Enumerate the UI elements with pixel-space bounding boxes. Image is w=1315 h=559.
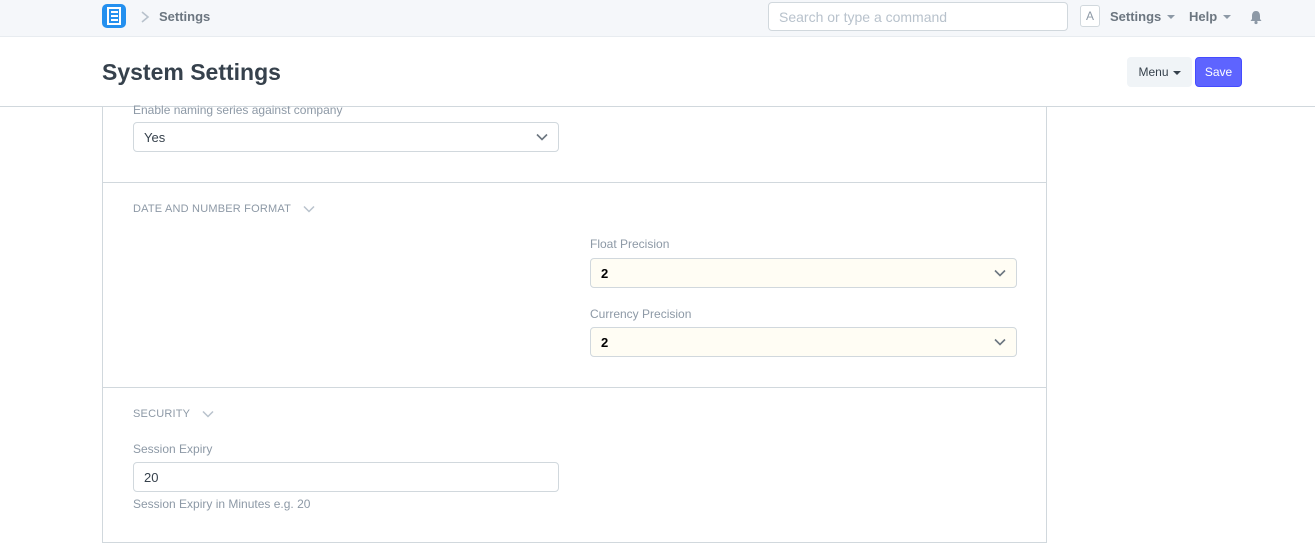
caret-down-icon [1223,15,1232,19]
search-input[interactable] [768,2,1068,31]
chevron-down-icon [994,338,1006,346]
app-logo-icon[interactable] [102,4,126,28]
page-title: System Settings [102,59,281,85]
bell-icon[interactable] [1249,9,1263,25]
save-button[interactable]: Save [1195,57,1242,87]
chevron-down-icon [536,133,548,141]
menu-button-label: Menu [1138,65,1169,79]
section-title: DATE AND NUMBER FORMAT [133,203,291,215]
section-head-security[interactable]: SECURITY [133,408,214,420]
caret-down-icon [1172,70,1181,75]
form-card: Enable naming series against company Yes… [102,103,1047,543]
help-dropdown[interactable]: Help [1189,9,1232,24]
chevron-down-icon [202,410,214,418]
float-precision-label: Float Precision [590,237,670,251]
session-expiry-input[interactable]: 20 [133,462,559,492]
session-expiry-value: 20 [144,469,159,485]
float-precision-value: 2 [601,265,609,281]
currency-precision-label: Currency Precision [590,307,692,321]
section-divider [103,182,1046,183]
settings-dropdown-label: Settings [1110,9,1162,24]
menu-button[interactable]: Menu [1127,57,1192,87]
chevron-right-icon [141,11,150,23]
float-precision-select[interactable]: 2 [590,258,1017,288]
navbar: Settings A Settings Help [0,0,1315,37]
breadcrumb-settings[interactable]: Settings [159,9,210,24]
naming-series-value: Yes [144,129,166,145]
caret-down-icon [1167,15,1176,19]
currency-precision-select[interactable]: 2 [590,327,1017,357]
section-head-date-number[interactable]: DATE AND NUMBER FORMAT [133,203,315,215]
session-expiry-label: Session Expiry [133,442,213,456]
chevron-down-icon [303,205,315,213]
currency-precision-value: 2 [601,334,609,350]
settings-dropdown[interactable]: Settings [1110,9,1176,24]
naming-series-label: Enable naming series against company [133,103,343,117]
section-divider [103,387,1046,388]
session-expiry-description: Session Expiry in Minutes e.g. 20 [133,497,311,511]
help-dropdown-label: Help [1189,9,1218,24]
section-title: SECURITY [133,408,191,420]
page-head: System Settings Menu Save [0,37,1315,107]
chevron-down-icon [994,269,1006,277]
avatar[interactable]: A [1080,5,1100,27]
naming-series-select[interactable]: Yes [133,122,559,152]
